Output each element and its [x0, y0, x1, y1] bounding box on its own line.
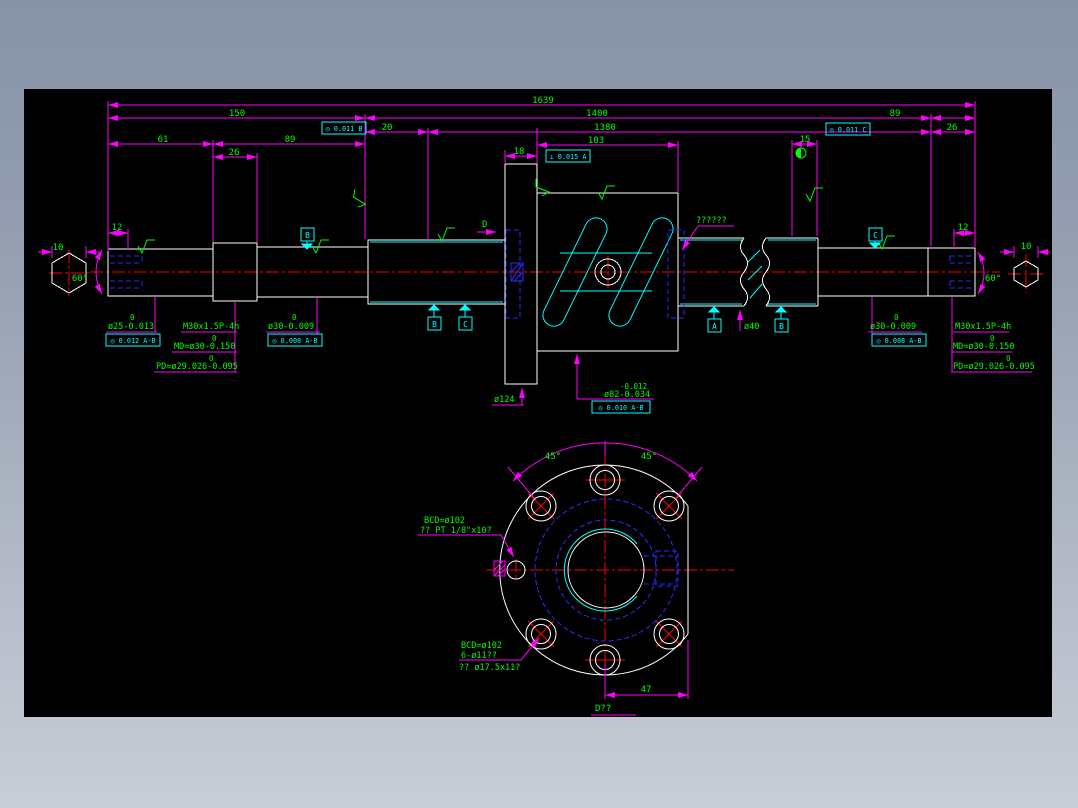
callout-d30-left: ø30-0.009	[268, 322, 314, 332]
view-direction-label: D	[482, 220, 487, 230]
dim-61: 61	[158, 135, 169, 145]
dim-12-right: 12	[958, 223, 969, 233]
fcf-text: ⟂ 0.015 A	[550, 153, 587, 161]
datum-label: C	[873, 231, 878, 240]
callout-bolt-holes: 6-ø11??	[461, 651, 497, 661]
callout-thread-left: M30x1.5P-4h	[183, 322, 239, 332]
dim-103: 103	[588, 136, 604, 146]
fcf-text: ◎ 0.010 A-B	[598, 404, 643, 412]
datum-label: B	[779, 322, 784, 331]
dim-20: 20	[382, 123, 393, 133]
fcf-text: ◎ 0.011 B	[326, 125, 363, 133]
dim-15: 15	[800, 135, 811, 145]
nut-note: ??????	[696, 216, 727, 226]
cad-drawing: B C B C A B ◎ 0.011 B ◎ 0.011 C ⟂ 0.015 …	[24, 89, 1052, 717]
dim-26-left: 26	[229, 148, 240, 158]
dim-10-left: 10	[53, 243, 64, 253]
fcf-text: ◎ 0.008 A-B	[876, 337, 921, 345]
dim-flange-od: ø124	[494, 395, 514, 405]
callout-sup: 0	[130, 313, 135, 322]
view-label: D??	[595, 704, 611, 714]
callout-port: ?? PT 1/8"x10?	[420, 526, 492, 536]
dim-47: 47	[641, 685, 652, 695]
callout-pd-right: PD=ø29.026-0.095	[953, 362, 1035, 372]
dim-18: 18	[514, 147, 525, 157]
dim-1380: 1380	[594, 123, 616, 133]
callout-bcd-top: BCD=ø102	[424, 516, 465, 526]
callout-thread-right: M30x1.5P-4h	[955, 322, 1011, 332]
dim-10-right: 10	[1021, 242, 1032, 252]
callout-counterbore: ?? ø17.5x11?	[459, 663, 520, 673]
callout-d82: ø82-0.034	[604, 390, 650, 400]
callout-pd-left: PD=ø29.026-0.095	[156, 362, 238, 372]
dim-1400: 1400	[586, 109, 608, 119]
dim-12-left: 12	[112, 223, 123, 233]
datum-label: C	[463, 320, 468, 329]
fcf-text: ◎ 0.008 A-B	[272, 337, 317, 345]
angle-45-right: 45°	[641, 452, 657, 462]
callout-d25: ø25-0.013	[108, 322, 154, 332]
angle-60-right: 60°	[985, 274, 1001, 284]
datum-label: A	[712, 322, 717, 331]
angle-60-left: 60°	[72, 274, 88, 284]
dim-screw-od: ø40	[744, 322, 759, 332]
fcf-text: ◎ 0.012 A-B	[110, 337, 155, 345]
callout-md-right: MD=ø30-0.150	[953, 342, 1014, 352]
dim-26-right: 26	[947, 123, 958, 133]
dim-89-right: 89	[890, 109, 901, 119]
datum-label: B	[305, 231, 310, 240]
callout-sup: 0	[292, 313, 297, 322]
dim-150: 150	[229, 109, 245, 119]
dim-total: 1639	[532, 96, 554, 106]
callout-d30-right: ø30-0.009	[870, 322, 916, 332]
datum-label: B	[432, 320, 437, 329]
callout-bcd-bottom: BCD=ø102	[461, 641, 502, 651]
callout-sup: 0	[894, 313, 899, 322]
dim-89-left: 89	[285, 135, 296, 145]
drawing-canvas[interactable]	[24, 89, 1052, 717]
fcf-text: ◎ 0.011 C	[830, 126, 867, 134]
callout-md-left: MD=ø30-0.150	[174, 342, 235, 352]
angle-45-left: 45°	[545, 452, 561, 462]
